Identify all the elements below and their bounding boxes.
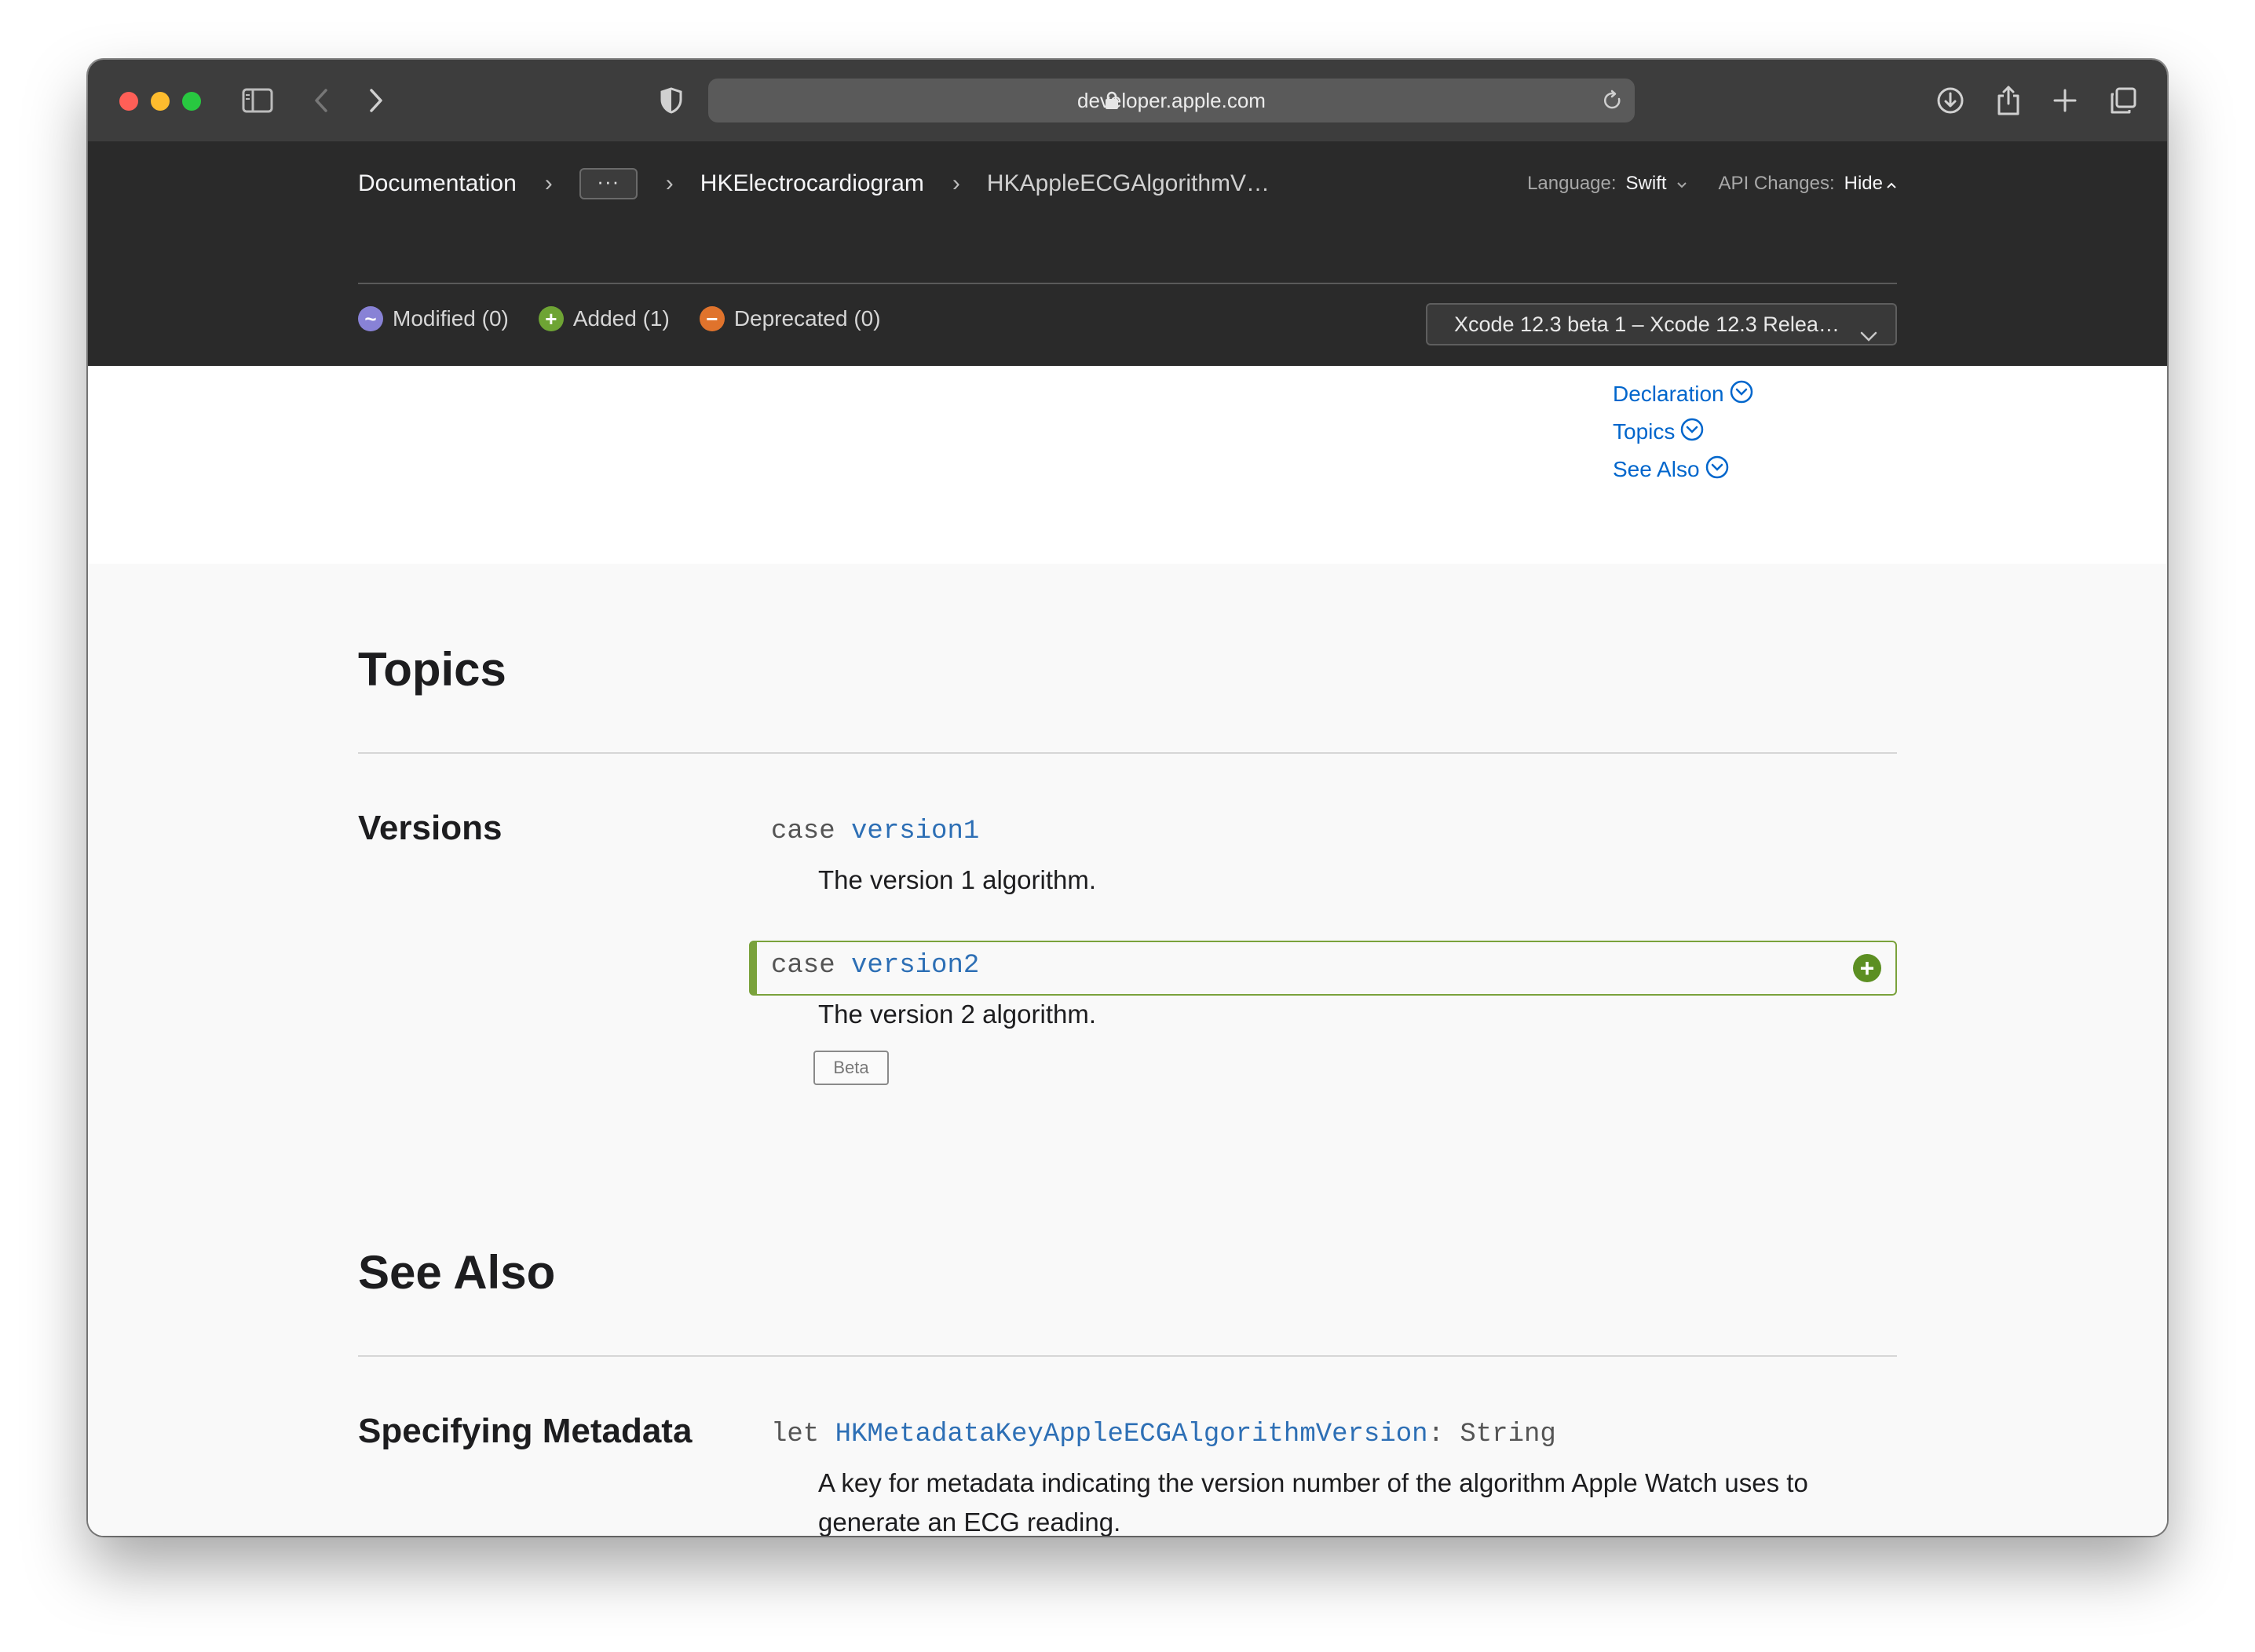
lock-icon: [1105, 91, 1119, 114]
minimize-window-button[interactable]: [151, 92, 170, 111]
close-window-button[interactable]: [119, 92, 138, 111]
zoom-window-button[interactable]: [182, 92, 201, 111]
reload-icon[interactable]: [1602, 90, 1624, 115]
share-icon[interactable]: [1993, 85, 2024, 116]
back-arrow-icon[interactable]: [309, 85, 333, 116]
forward-arrow-icon[interactable]: [364, 85, 388, 116]
added-icon: +: [538, 306, 564, 331]
legend-added: + Added (1): [538, 306, 670, 331]
topic-version2-declaration: case version2: [771, 951, 979, 981]
breadcrumb-separator-icon: ›: [952, 170, 960, 196]
on-this-page-area: Declaration Topics See Also: [88, 366, 2167, 564]
nav-link-see-also[interactable]: See Also: [1613, 451, 1754, 488]
chevron-down-circle-icon: [1729, 379, 1754, 410]
header-divider: [358, 283, 1897, 284]
privacy-shield-icon[interactable]: [658, 85, 685, 116]
api-changes-legend: ~ Modified (0) + Added (1) − Deprecated …: [358, 306, 911, 331]
see-also-divider: [358, 1355, 1897, 1357]
legend-added-label: Added (1): [572, 306, 670, 331]
declaration-keyword: case: [771, 951, 835, 981]
version-range-select[interactable]: Xcode 12.3 beta 1 – Xcode 12.3 Relea…: [1426, 303, 1897, 345]
breadcrumb-separator-icon: ›: [544, 170, 553, 196]
specifying-metadata-group-title: Specifying Metadata: [358, 1412, 693, 1450]
see-also-heading: See Also: [358, 1246, 556, 1299]
tab-overview-icon[interactable]: [2107, 85, 2139, 116]
nav-link-declaration[interactable]: Declaration: [1613, 375, 1754, 413]
chevron-down-circle-icon: [1705, 455, 1730, 485]
nav-link-label[interactable]: See Also: [1613, 457, 1700, 482]
address-bar-url[interactable]: developer.apple.com: [708, 79, 1635, 122]
breadcrumb-documentation[interactable]: Documentation: [358, 170, 517, 197]
nav-link-label[interactable]: Topics: [1613, 419, 1675, 444]
chevron-up-icon[interactable]: [1886, 173, 1897, 195]
topic-version1-abstract: The version 1 algorithm.: [818, 865, 1096, 894]
chevron-down-icon: [1859, 316, 1878, 356]
metadata-key-declaration: let HKMetadataKeyAppleECGAlgorithmVersio…: [771, 1420, 1556, 1449]
legend-deprecated-label: Deprecated (0): [733, 306, 881, 331]
added-plus-icon: +: [1853, 954, 1881, 982]
metadata-key-link[interactable]: HKMetadataKeyAppleECGAlgorithmVersion: [835, 1420, 1428, 1449]
topic-version1-declaration: case version1: [771, 817, 979, 846]
documentation-header: Documentation › ··· › HKElectrocardiogra…: [88, 141, 2167, 366]
chevron-down-circle-icon: [1679, 417, 1705, 448]
deprecated-icon: −: [699, 306, 725, 331]
declaration-keyword: let: [771, 1420, 820, 1449]
metadata-key-abstract: A key for metadata indicating the versio…: [818, 1468, 1808, 1536]
breadcrumb-separator-icon: ›: [665, 170, 674, 196]
address-bar[interactable]: developer.apple.com: [708, 79, 1635, 122]
beta-badge: Beta: [813, 1051, 889, 1085]
breadcrumb-current: HKAppleECGAlgorithmV…: [986, 170, 1270, 196]
downloads-icon[interactable]: [1935, 85, 1966, 116]
on-this-page-nav: Declaration Topics See Also: [1613, 375, 1754, 488]
legend-modified-label: Modified (0): [393, 306, 509, 331]
browser-window: developer.apple.com Documentation › ··· …: [88, 60, 2167, 1536]
language-label: Language:: [1527, 173, 1617, 194]
browser-toolbar: developer.apple.com: [88, 60, 2167, 143]
api-changes-label: API Changes:: [1718, 173, 1835, 194]
breadcrumb-parent[interactable]: HKElectrocardiogram: [700, 170, 924, 197]
version-range-value: Xcode 12.3 beta 1 – Xcode 12.3 Relea…: [1454, 312, 1840, 336]
topic-version2-abstract: The version 2 algorithm.: [818, 1000, 1096, 1029]
modified-icon: ~: [358, 306, 383, 331]
topics-divider: [358, 752, 1897, 754]
nav-link-label[interactable]: Declaration: [1613, 382, 1724, 407]
topic-version1-link[interactable]: version1: [851, 817, 979, 846]
declaration-keyword: case: [771, 817, 835, 846]
topics-heading: Topics: [358, 643, 506, 696]
breadcrumb-more-button[interactable]: ···: [579, 168, 638, 199]
new-tab-icon[interactable]: [2049, 85, 2081, 116]
api-changes-toggle[interactable]: Hide: [1844, 173, 1883, 195]
nav-link-topics[interactable]: Topics: [1613, 413, 1754, 451]
language-selector[interactable]: Swift: [1626, 173, 1667, 195]
legend-deprecated: − Deprecated (0): [699, 306, 881, 331]
topic-version2-link[interactable]: version2: [851, 951, 979, 981]
breadcrumb: Documentation › ··· › HKElectrocardiogra…: [358, 166, 1270, 201]
main-content: Topics Versions case version1 The versio…: [88, 564, 2167, 1536]
chevron-down-icon[interactable]: [1676, 173, 1687, 195]
header-controls: Language: Swift API Changes: Hide: [1527, 173, 1897, 195]
legend-modified: ~ Modified (0): [358, 306, 509, 331]
declaration-type: : String: [1427, 1420, 1556, 1449]
sidebar-toggle-icon[interactable]: [240, 85, 275, 116]
versions-group-title: Versions: [358, 809, 503, 847]
